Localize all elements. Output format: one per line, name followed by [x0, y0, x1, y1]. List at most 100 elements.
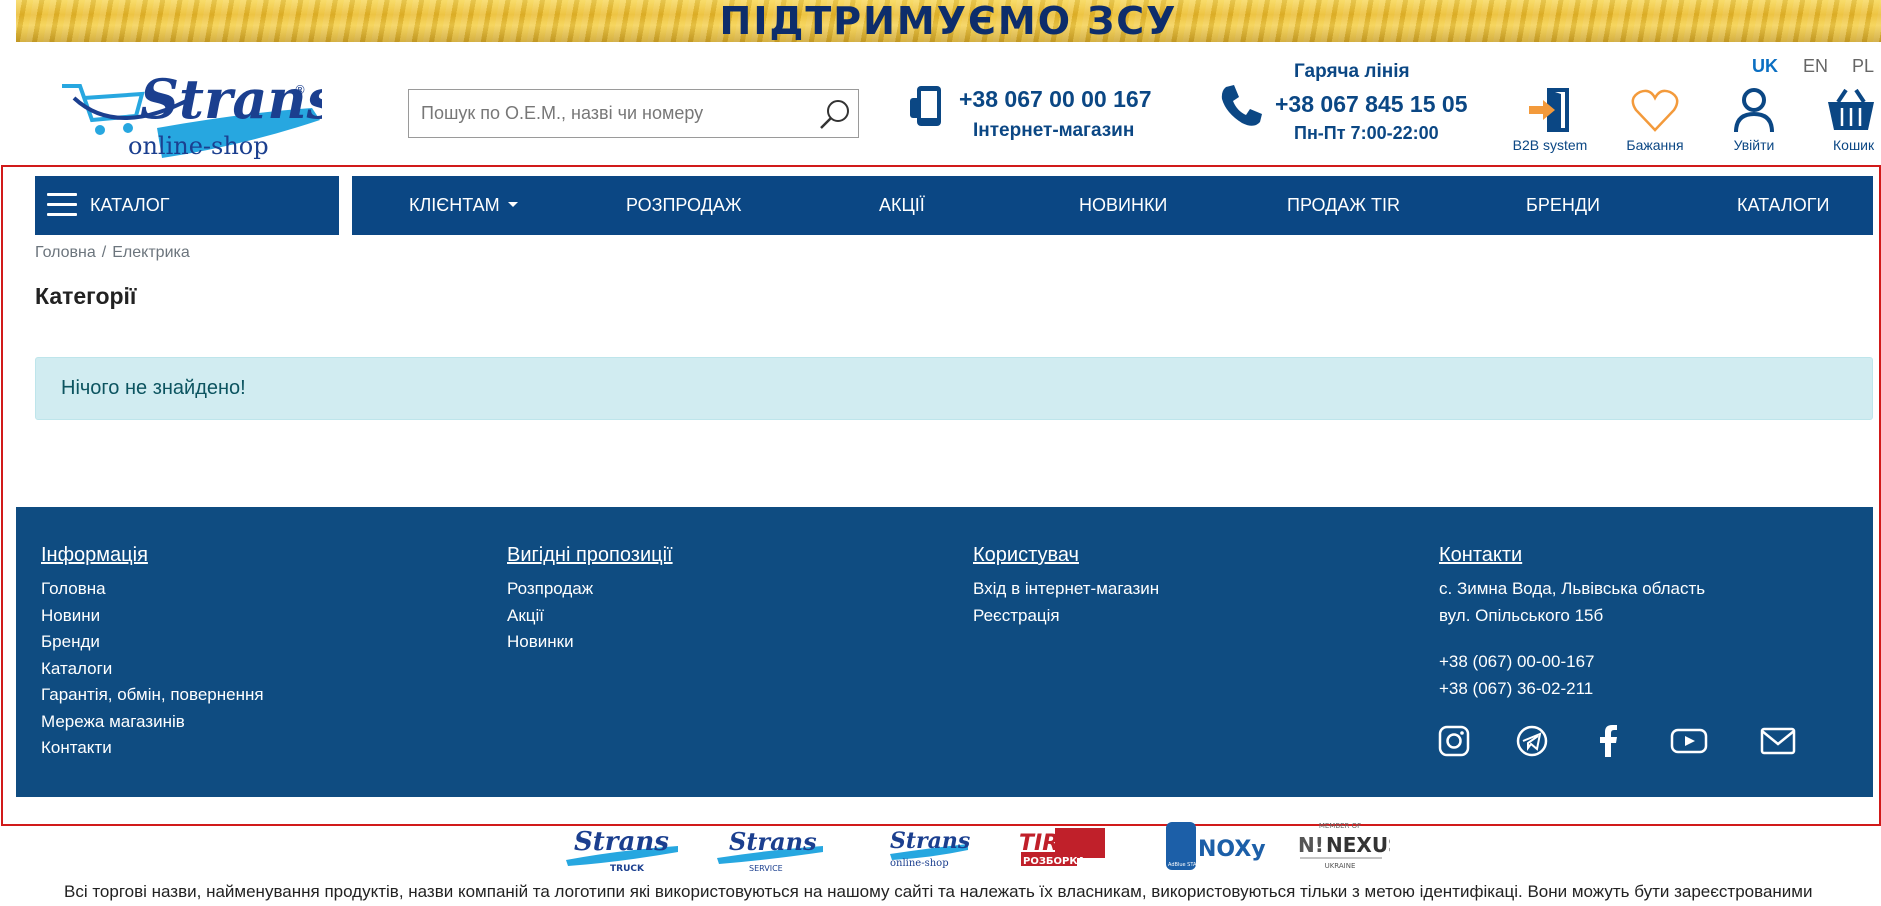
hamburger-icon — [47, 193, 77, 217]
b2b-label: B2B system — [1512, 137, 1588, 153]
hotline-block: Гаряча лінія +38 067 845 15 05 Пн-Пт 7:0… — [1218, 58, 1478, 150]
instagram-icon[interactable] — [1438, 725, 1470, 762]
email-icon[interactable] — [1760, 725, 1796, 762]
footer-user-column: Користувач Вхід в інтернет-магазин Реєст… — [973, 544, 1159, 629]
footer-link-brands[interactable]: Бренди — [41, 629, 264, 656]
nav-brands[interactable]: БРЕНДИ — [1526, 195, 1600, 216]
hotline-hours: Пн-Пт 7:00-22:00 — [1294, 123, 1439, 143]
footer-link-contacts[interactable]: Контакти — [41, 735, 264, 762]
nav-tir-sale[interactable]: ПРОДАЖ TIR — [1287, 195, 1400, 216]
catalog-label: КАТАЛОГ — [90, 195, 170, 215]
wishlist-button[interactable]: Бажання — [1615, 86, 1695, 153]
lang-uk[interactable]: UK — [1752, 56, 1778, 77]
banner-text: ПІДТРИМУЄМО ЗСУ — [719, 0, 1178, 42]
login-label: Увійти — [1733, 137, 1775, 153]
footer-offers-heading[interactable]: Вигідні пропозиції — [507, 544, 673, 567]
wishlist-label: Бажання — [1626, 137, 1684, 153]
footer-link-warranty[interactable]: Гарантія, обмін, повернення — [41, 682, 264, 709]
nav-new[interactable]: НОВИНКИ — [1079, 195, 1167, 216]
nav-sale[interactable]: РОЗПРОДАЖ — [626, 195, 741, 216]
svg-text:TRUCK: TRUCK — [610, 864, 645, 872]
footer-link-home[interactable]: Головна — [41, 576, 264, 603]
tir-rozborka-logo[interactable]: TIR РОЗБОРКА — [1015, 820, 1111, 872]
nav-catalogs[interactable]: КАТАЛОГИ — [1737, 195, 1829, 216]
footer-phone2[interactable]: +38 (067) 36-02-211 — [1439, 676, 1705, 703]
lang-en[interactable]: EN — [1803, 56, 1828, 77]
site-logo[interactable]: Strans ® online-shop — [62, 58, 337, 162]
strans-service-logo[interactable]: Strans SERVICE — [713, 820, 825, 873]
social-links — [1438, 725, 1838, 759]
svg-text:SERVICE: SERVICE — [749, 864, 783, 872]
footer-link-login[interactable]: Вхід в інтернет-магазин — [973, 576, 1159, 603]
shop-phone-label: Інтернет-магазин — [973, 120, 1135, 141]
lang-pl[interactable]: PL — [1852, 56, 1874, 77]
footer-address-line1: с. Зимна Вода, Львівська область — [1439, 579, 1706, 598]
footer-user-heading[interactable]: Користувач — [973, 544, 1159, 567]
footer-contacts-column: Контакти с. Зимна Вода, Львівська област… — [1439, 544, 1705, 702]
main-nav: КЛІЄНТАМ РОЗПРОДАЖ АКЦІЇ НОВИНКИ ПРОДАЖ … — [352, 176, 1873, 235]
youtube-icon[interactable] — [1670, 725, 1708, 762]
door-enter-icon — [1529, 88, 1569, 132]
strans-online-shop-logo[interactable]: Strans online-shop — [860, 820, 970, 872]
phone-handset-icon — [1218, 83, 1264, 129]
logo-reg: ® — [294, 83, 306, 97]
partner-logos: Strans TRUCK Strans SERVICE Strans onlin… — [555, 820, 1402, 874]
svg-text:online-shop: online-shop — [890, 858, 949, 869]
heart-icon — [1631, 89, 1679, 132]
svg-text:AdBlue STATION: AdBlue STATION — [1168, 862, 1208, 868]
footer-link-promotions[interactable]: Акції — [507, 603, 673, 630]
search-icon[interactable] — [818, 98, 852, 130]
top-banner[interactable]: ПІДТРИМУЄМО ЗСУ — [16, 0, 1881, 42]
noxy-adblue-logo[interactable]: NOXy AdBlue STATION — [1160, 820, 1270, 872]
hotline-title: Гаряча лінія — [1294, 61, 1410, 82]
b2b-button[interactable]: B2B system — [1510, 86, 1590, 153]
strans-truck-logo[interactable]: Strans TRUCK — [560, 820, 680, 874]
svg-text:MEMBER OF: MEMBER OF — [1319, 822, 1361, 830]
empty-results-message: Нічого не знайдено! — [61, 377, 246, 399]
svg-text:Strans: Strans — [729, 827, 817, 856]
footer-link-register[interactable]: Реєстрація — [973, 603, 1159, 630]
legal-disclaimer: Всі торгові назви, найменування продукті… — [64, 882, 1813, 901]
shop-phone-block: +38 067 00 00 167 Інтернет-магазин — [908, 84, 1152, 150]
footer-contacts-heading[interactable]: Контакти — [1439, 544, 1705, 567]
footer: Інформація Головна Новини Бренди Каталог… — [16, 507, 1873, 797]
breadcrumb-current: Електрика — [112, 244, 190, 261]
footer-info-heading[interactable]: Інформація — [41, 544, 264, 567]
page-title: Категорії — [35, 283, 137, 309]
svg-text:TIR: TIR — [1019, 831, 1059, 856]
search-input[interactable] — [409, 90, 809, 137]
empty-results-alert: Нічого не знайдено! — [35, 357, 1873, 420]
shop-phone-number[interactable]: +38 067 00 00 167 — [959, 86, 1152, 113]
login-button[interactable]: Увійти — [1714, 86, 1794, 153]
breadcrumb: Головна / Електрика — [35, 244, 190, 262]
cart-button[interactable]: Кошик — [1822, 86, 1881, 153]
footer-link-new[interactable]: Новинки — [507, 629, 673, 656]
mobile-phone-icon — [908, 84, 948, 130]
telegram-icon[interactable] — [1516, 725, 1548, 762]
svg-text:NEXUS: NEXUS — [1326, 833, 1390, 857]
logo-sub: online-shop — [128, 132, 269, 160]
catalog-button[interactable]: КАТАЛОГ — [35, 176, 339, 235]
svg-text:NOXy: NOXy — [1198, 837, 1266, 862]
facebook-icon[interactable] — [1598, 725, 1618, 762]
user-icon — [1734, 88, 1774, 133]
basket-icon — [1828, 88, 1874, 130]
svg-text:РОЗБОРКА: РОЗБОРКА — [1023, 856, 1086, 867]
svg-text:Strans: Strans — [890, 828, 970, 854]
nav-clients[interactable]: КЛІЄНТАМ — [409, 195, 518, 216]
footer-link-sale[interactable]: Розпродаж — [507, 576, 673, 603]
cart-label: Кошик — [1833, 137, 1875, 153]
footer-phone1[interactable]: +38 (067) 00-00-167 — [1439, 649, 1705, 676]
nav-promotions[interactable]: АКЦІЇ — [879, 195, 925, 216]
search-box — [408, 89, 859, 138]
svg-text:N!: N! — [1298, 833, 1324, 857]
nexus-logo[interactable]: MEMBER OF N! NEXUS UKRAINE — [1290, 820, 1402, 872]
breadcrumb-separator: / — [101, 244, 107, 261]
svg-text:UKRAINE: UKRAINE — [1325, 862, 1356, 870]
footer-link-stores[interactable]: Мережа магазинів — [41, 709, 264, 736]
footer-link-news[interactable]: Новини — [41, 603, 264, 630]
hotline-phone[interactable]: +38 067 845 15 05 — [1275, 91, 1468, 118]
footer-link-catalogs[interactable]: Каталоги — [41, 656, 264, 683]
breadcrumb-home[interactable]: Головна — [35, 244, 96, 261]
footer-offers-column: Вигідні пропозиції Розпродаж Акції Новин… — [507, 544, 673, 656]
